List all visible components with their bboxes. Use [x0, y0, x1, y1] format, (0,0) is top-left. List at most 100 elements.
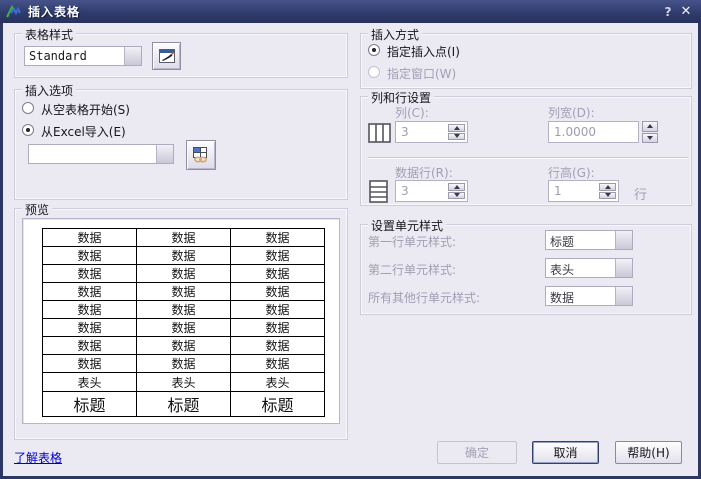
- columns-spin-down-button[interactable]: [448, 133, 465, 141]
- preview-table-cell: 数据: [137, 319, 231, 337]
- columns-icon: [368, 122, 391, 144]
- table-style-select[interactable]: Standard: [24, 46, 142, 66]
- cell-styles-group-label: 设置单元样式: [368, 217, 446, 234]
- preview-table-cell: 数据: [43, 229, 137, 247]
- preview-table-row: 数据数据数据: [43, 301, 325, 319]
- data-rows-value: 3: [401, 184, 409, 198]
- launch-table-style-dialog-button[interactable]: [152, 42, 181, 70]
- second-row-style-select[interactable]: 表头: [545, 258, 633, 278]
- data-rows-spin-up-button[interactable]: [448, 183, 465, 191]
- row-height-unit-label: 行: [634, 184, 647, 203]
- preview-table-cell: 数据: [43, 283, 137, 301]
- col-width-value: 1.0000: [554, 125, 596, 139]
- dialog-title: 插入表格: [28, 3, 659, 20]
- second-row-style-label: 第二行单元样式:: [368, 261, 456, 278]
- radio-start-empty-table[interactable]: [22, 102, 34, 114]
- first-row-style-select[interactable]: 标题: [545, 230, 633, 250]
- table-style-edit-icon: [159, 49, 175, 63]
- excel-data-link-icon: [192, 146, 210, 164]
- close-button[interactable]: ✕: [677, 4, 695, 19]
- preview-table-cell: 数据: [43, 247, 137, 265]
- col-width-spin-down-button[interactable]: [642, 133, 658, 144]
- excel-data-link-button[interactable]: [186, 140, 216, 170]
- radio-import-from-excel-label[interactable]: 从Excel导入(E): [41, 123, 126, 140]
- data-rows-spinner[interactable]: 3: [395, 180, 468, 202]
- preview-table-cell: 标题: [137, 392, 231, 417]
- preview-table-row: 数据数据数据: [43, 319, 325, 337]
- preview-table: 数据数据数据数据数据数据数据数据数据数据数据数据数据数据数据数据数据数据数据数据…: [42, 228, 325, 417]
- first-row-style-dropdown-button[interactable]: [615, 231, 632, 249]
- preview-table-row: 标题标题标题: [43, 392, 325, 417]
- preview-table-cell: 标题: [231, 392, 325, 417]
- preview-table-cell: 数据: [231, 229, 325, 247]
- help-titlebar-button[interactable]: ?: [659, 5, 677, 19]
- learn-about-tables-link[interactable]: 了解表格: [14, 449, 62, 466]
- second-row-style-dropdown-button[interactable]: [615, 259, 632, 277]
- insertion-behavior-group-label: 插入方式: [368, 26, 422, 43]
- first-row-style-value: 标题: [546, 231, 615, 249]
- preview-table-cell: 数据: [231, 319, 325, 337]
- preview-table-row: 数据数据数据: [43, 229, 325, 247]
- first-row-style-label: 第一行单元样式:: [368, 233, 456, 250]
- preview-table-cell: 数据: [137, 265, 231, 283]
- other-rows-style-value: 数据: [546, 287, 615, 305]
- radio-specify-insertion-point-label[interactable]: 指定插入点(I): [387, 43, 460, 60]
- radio-specify-window-label: 指定窗口(W): [387, 65, 456, 82]
- col-width-input[interactable]: 1.0000: [548, 121, 639, 143]
- preview-table-cell: 表头: [43, 373, 137, 392]
- preview-table-cell: 数据: [231, 337, 325, 355]
- preview-table-row: 数据数据数据: [43, 265, 325, 283]
- preview-table-cell: 数据: [43, 265, 137, 283]
- down-arrow-icon: [605, 193, 611, 197]
- preview-table-cell: 数据: [43, 301, 137, 319]
- radio-start-empty-table-label[interactable]: 从空表格开始(S): [41, 101, 130, 118]
- other-rows-style-label: 所有其他行单元样式:: [368, 289, 480, 306]
- rows-icon: [369, 180, 388, 203]
- insert-options-group-label: 插入选项: [22, 82, 76, 99]
- preview-table-cell: 数据: [43, 355, 137, 373]
- preview-table-cell: 数据: [231, 247, 325, 265]
- down-arrow-icon: [454, 134, 460, 138]
- table-style-group-label: 表格样式: [22, 26, 76, 43]
- preview-table-cell: 数据: [231, 301, 325, 319]
- table-style-value: Standard: [25, 47, 124, 65]
- help-button[interactable]: 帮助(H): [615, 441, 682, 464]
- up-arrow-icon: [605, 185, 611, 189]
- preview-table-cell: 数据: [137, 355, 231, 373]
- radio-import-from-excel[interactable]: [22, 124, 34, 136]
- excel-sheet-value: [29, 145, 156, 163]
- down-arrow-icon: [454, 193, 460, 197]
- insert-table-dialog: 插入表格 ? ✕ 表格样式 Standard 插入选项 从空表格开始(S) 从E: [0, 0, 701, 479]
- down-arrow-icon: [647, 136, 653, 140]
- excel-sheet-select[interactable]: [28, 144, 174, 164]
- radio-specify-insertion-point[interactable]: [368, 44, 380, 56]
- row-height-spin-down-button[interactable]: [599, 192, 616, 200]
- table-style-dropdown-button[interactable]: [124, 47, 141, 65]
- titlebar[interactable]: 插入表格 ? ✕: [0, 0, 701, 23]
- data-rows-spin-down-button[interactable]: [448, 192, 465, 200]
- other-rows-style-dropdown-button[interactable]: [615, 287, 632, 305]
- preview-table-cell: 表头: [137, 373, 231, 392]
- preview-table-cell: 数据: [231, 355, 325, 373]
- preview-table-row: 数据数据数据: [43, 337, 325, 355]
- columns-spinner[interactable]: 3: [395, 121, 468, 143]
- column-row-divider: [368, 157, 688, 158]
- row-height-spinner[interactable]: 1: [548, 180, 619, 202]
- other-rows-style-select[interactable]: 数据: [545, 286, 633, 306]
- ok-button[interactable]: 确定: [437, 441, 517, 464]
- columns-value: 3: [401, 125, 409, 139]
- columns-label: 列(C):: [395, 104, 429, 121]
- preview-table-row: 表头表头表头: [43, 373, 325, 392]
- second-row-style-value: 表头: [546, 259, 615, 277]
- radio-specify-window[interactable]: [368, 66, 380, 78]
- columns-spin-up-button[interactable]: [448, 124, 465, 132]
- row-height-spin-up-button[interactable]: [599, 183, 616, 191]
- cancel-button[interactable]: 取消: [532, 441, 599, 464]
- preview-table-row: 数据数据数据: [43, 355, 325, 373]
- preview-table-row: 数据数据数据: [43, 283, 325, 301]
- preview-table-cell: 数据: [137, 229, 231, 247]
- data-rows-label: 数据行(R):: [395, 164, 453, 181]
- excel-sheet-dropdown-button[interactable]: [156, 145, 173, 163]
- col-width-spin-up-button[interactable]: [642, 121, 658, 132]
- preview-table-cell: 数据: [137, 247, 231, 265]
